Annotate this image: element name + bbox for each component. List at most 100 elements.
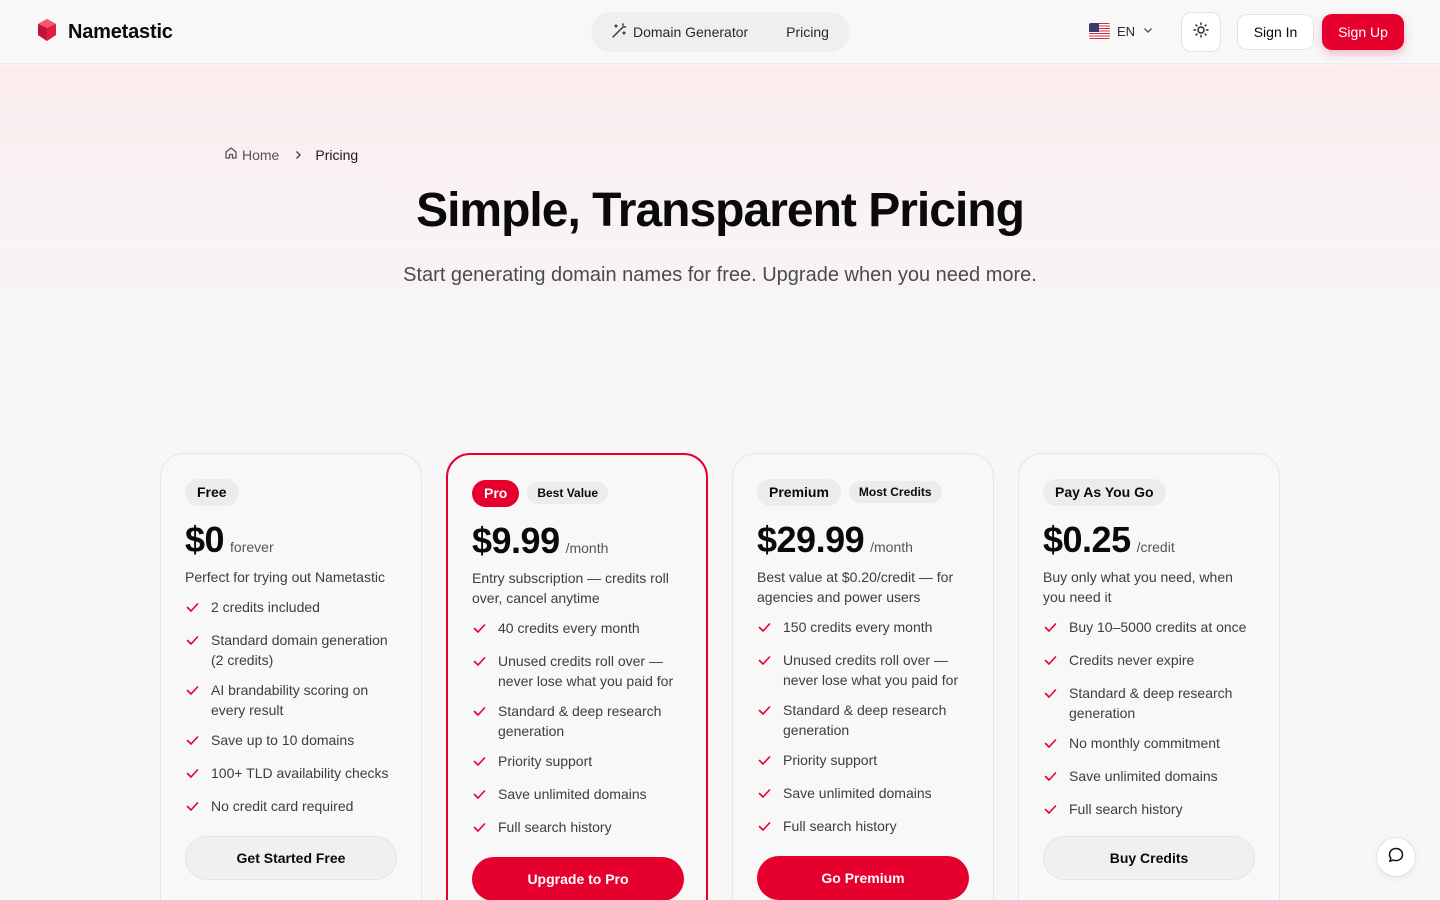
- check-icon: [757, 753, 772, 773]
- us-flag-icon: [1089, 23, 1110, 39]
- feature-item: Standard & deep research generation: [757, 700, 969, 740]
- plan-name-badge: Premium: [757, 478, 841, 506]
- theme-toggle-button[interactable]: [1181, 12, 1221, 52]
- check-icon: [1043, 769, 1058, 789]
- check-icon: [185, 683, 200, 703]
- language-code: EN: [1117, 23, 1136, 39]
- feature-item: Save unlimited domains: [757, 783, 969, 806]
- check-icon: [185, 766, 200, 786]
- feature-item: Save unlimited domains: [1043, 766, 1255, 789]
- check-icon: [1043, 653, 1058, 673]
- feature-text: Full search history: [498, 819, 612, 835]
- check-icon: [757, 786, 772, 806]
- feature-item: Full search history: [472, 817, 682, 840]
- breadcrumb-home-link[interactable]: Home: [224, 146, 279, 163]
- feature-text: No monthly commitment: [1069, 735, 1220, 751]
- check-icon: [472, 704, 487, 724]
- feature-text: Unused credits roll over — never lose wh…: [498, 653, 674, 689]
- best-value-badge: Best Value: [527, 482, 609, 504]
- feature-list: 40 credits every month Unused credits ro…: [472, 618, 682, 840]
- plan-period: forever: [230, 539, 274, 555]
- check-icon: [472, 754, 487, 774]
- feature-item: Full search history: [757, 816, 969, 839]
- feature-text: AI brandability scoring on every result: [211, 682, 369, 718]
- plan-card-pro: Pro Best Value $9.99 /month Entry subscr…: [446, 453, 708, 900]
- plan-name-badge: Pay As You Go: [1043, 478, 1166, 506]
- feature-text: Standard domain generation (2 credits): [211, 632, 388, 668]
- check-icon: [757, 703, 772, 723]
- plan-name-badge: Pro: [472, 479, 520, 507]
- feature-text: 100+ TLD availability checks: [211, 765, 389, 781]
- check-icon: [757, 620, 772, 640]
- sign-in-button[interactable]: Sign In: [1237, 14, 1314, 50]
- feature-item: Standard & deep research generation: [1043, 683, 1255, 723]
- nav-label: Domain Generator: [633, 24, 749, 40]
- feature-item: No credit card required: [185, 796, 397, 819]
- feature-item: AI brandability scoring on every result: [185, 680, 397, 720]
- nav-domain-generator[interactable]: Domain Generator: [611, 22, 749, 42]
- plan-price: $0: [185, 519, 225, 560]
- feature-text: Full search history: [1069, 801, 1183, 817]
- sun-icon: [1193, 21, 1209, 43]
- feature-text: Credits never expire: [1069, 652, 1195, 668]
- feature-text: Save unlimited domains: [783, 785, 932, 801]
- feature-text: Standard & deep research generation: [783, 702, 947, 738]
- chevron-down-icon: [1142, 24, 1154, 39]
- language-selector[interactable]: EN: [1089, 23, 1154, 39]
- check-icon: [185, 733, 200, 753]
- feature-text: Full search history: [783, 818, 897, 834]
- feature-text: 150 credits every month: [783, 619, 933, 635]
- feature-item: 2 credits included: [185, 597, 397, 620]
- feature-text: No credit card required: [211, 798, 354, 814]
- check-icon: [185, 600, 200, 620]
- upgrade-to-pro-button[interactable]: Upgrade to Pro: [472, 857, 684, 900]
- plan-description: Best value at $0.20/credit — for agencie…: [757, 569, 954, 605]
- check-icon: [757, 819, 772, 839]
- check-icon: [1043, 686, 1058, 706]
- breadcrumb: Home Pricing: [224, 146, 358, 163]
- feature-item: 40 credits every month: [472, 618, 682, 641]
- plan-description: Entry subscription — credits roll over, …: [472, 570, 669, 606]
- feature-text: 2 credits included: [211, 599, 320, 615]
- get-started-free-button[interactable]: Get Started Free: [185, 836, 397, 880]
- feature-item: Save up to 10 domains: [185, 730, 397, 753]
- feature-text: Save up to 10 domains: [211, 732, 355, 748]
- brand-name: Nametastic: [68, 21, 173, 43]
- feature-item: Buy 10–5000 credits at once: [1043, 617, 1255, 640]
- feature-item: 100+ TLD availability checks: [185, 763, 397, 786]
- feature-item: Full search history: [1043, 799, 1255, 822]
- check-icon: [185, 633, 200, 653]
- buy-credits-button[interactable]: Buy Credits: [1043, 836, 1255, 880]
- nav-pricing[interactable]: Pricing: [786, 24, 829, 40]
- feature-text: Standard & deep research generation: [498, 703, 662, 739]
- check-icon: [472, 787, 487, 807]
- feature-item: Unused credits roll over — never lose wh…: [472, 651, 682, 691]
- gem-logo-icon: [36, 18, 58, 47]
- plan-name-badge: Free: [185, 478, 239, 506]
- check-icon: [1043, 802, 1058, 822]
- nav-label: Pricing: [786, 24, 829, 40]
- plan-price: $9.99: [472, 520, 560, 561]
- check-icon: [757, 653, 772, 673]
- plan-period: /month: [565, 540, 609, 556]
- magic-wand-icon: [611, 22, 627, 42]
- breadcrumb-current: Pricing: [315, 146, 359, 163]
- check-icon: [472, 820, 487, 840]
- feature-text: Buy 10–5000 credits at once: [1069, 619, 1247, 635]
- breadcrumb-home-label: Home: [242, 146, 280, 163]
- brand-logo-link[interactable]: Nametastic: [36, 18, 173, 47]
- most-credits-badge: Most Credits: [848, 481, 942, 503]
- plan-card-free: Free $0 forever Perfect for trying out N…: [160, 453, 422, 900]
- feature-item: Unused credits roll over — never lose wh…: [757, 650, 969, 690]
- feature-item: Credits never expire: [1043, 650, 1255, 673]
- check-icon: [472, 621, 487, 641]
- page-subtitle: Start generating domain names for free. …: [403, 264, 1037, 286]
- check-icon: [472, 654, 487, 674]
- feature-text: Save unlimited domains: [498, 786, 647, 802]
- go-premium-button[interactable]: Go Premium: [757, 856, 969, 900]
- sign-up-button[interactable]: Sign Up: [1322, 14, 1404, 50]
- page-title: Simple, Transparent Pricing: [416, 184, 1025, 237]
- chat-widget-button[interactable]: [1376, 837, 1416, 877]
- feature-item: Priority support: [757, 750, 969, 773]
- plan-period: /month: [870, 539, 913, 555]
